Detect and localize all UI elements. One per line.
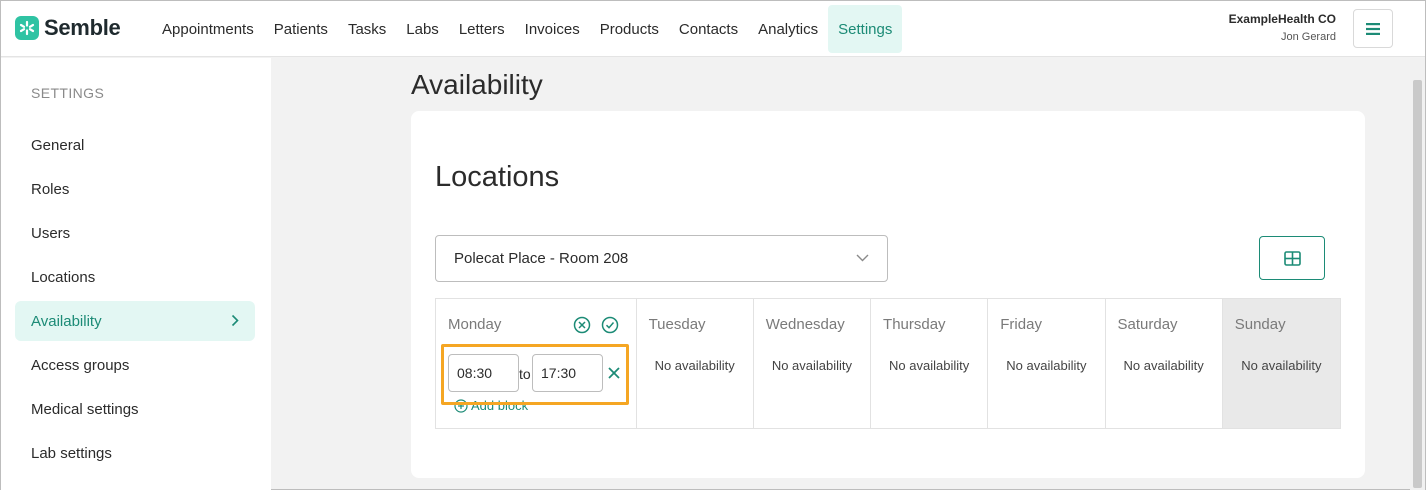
- day-name: Saturday: [1117, 316, 1178, 333]
- sidebar-item-label: Locations: [31, 268, 96, 286]
- sidebar-item-label: Roles: [31, 180, 70, 198]
- day-name: Monday: [448, 316, 502, 333]
- chevron-down-icon: [856, 254, 869, 262]
- sidebar-item-users[interactable]: Users: [15, 213, 255, 253]
- sidebar-item-medical-settings[interactable]: Medical settings: [15, 389, 255, 429]
- circle-x-icon[interactable]: [573, 316, 591, 334]
- sidebar-heading: SETTINGS: [31, 85, 105, 101]
- no-availability-text: No availability: [771, 358, 853, 373]
- nav-settings[interactable]: Settings: [828, 5, 903, 53]
- time-block-highlight: [441, 344, 629, 405]
- sidebar-item-label: Availability: [31, 312, 102, 330]
- page-title: Availability: [411, 69, 543, 100]
- settings-sidebar: SETTINGS General Roles Users Locations A…: [1, 58, 271, 490]
- nav-tasks[interactable]: Tasks: [338, 5, 396, 53]
- semble-logo[interactable]: Semble: [15, 15, 121, 41]
- organization-name: ExampleHealth CO: [1228, 12, 1336, 26]
- top-navigation-bar: Semble Appointments Patients Tasks Labs …: [1, 1, 1425, 57]
- chevron-right-icon: [231, 314, 239, 327]
- nav-letters[interactable]: Letters: [449, 5, 515, 53]
- nav-patients[interactable]: Patients: [264, 5, 338, 53]
- scrollbar-thumb[interactable]: [1413, 80, 1422, 488]
- day-name: Tuesday: [648, 316, 706, 333]
- day-column-thursday: Thursday No availability: [871, 299, 989, 428]
- grid-icon: [1283, 250, 1301, 266]
- nav-invoices[interactable]: Invoices: [515, 5, 590, 53]
- page-scrollbar[interactable]: [1410, 58, 1425, 490]
- weekly-schedule: Monday 08:30 to 17:30 Add block Tuesday …: [435, 298, 1341, 429]
- sidebar-item-roles[interactable]: Roles: [15, 169, 255, 209]
- day-column-sunday: Sunday No availability: [1222, 299, 1340, 428]
- sidebar-item-availability[interactable]: Availability: [15, 301, 255, 341]
- sidebar-item-label: Users: [31, 224, 71, 242]
- sidebar-item-general[interactable]: General: [15, 125, 255, 165]
- nav-analytics[interactable]: Analytics: [748, 5, 828, 53]
- day-column-monday: Monday 08:30 to 17:30 Add block: [436, 299, 637, 428]
- no-availability-text: No availability: [889, 358, 970, 373]
- location-select[interactable]: Polecat Place - Room 208: [435, 235, 888, 282]
- nav-contacts[interactable]: Contacts: [669, 5, 748, 53]
- day-name: Friday: [1000, 316, 1042, 333]
- no-availability-text: No availability: [1241, 358, 1322, 373]
- hamburger-icon: [1366, 22, 1380, 35]
- no-availability-text: No availability: [1123, 358, 1204, 373]
- main-nav: Appointments Patients Tasks Labs Letters…: [152, 5, 903, 53]
- nav-appointments[interactable]: Appointments: [152, 5, 264, 53]
- nav-labs[interactable]: Labs: [396, 5, 449, 53]
- brand-name: Semble: [44, 15, 121, 40]
- day-name: Sunday: [1234, 316, 1286, 333]
- semble-logo-icon: [15, 16, 39, 40]
- grid-view-button[interactable]: [1259, 236, 1325, 280]
- day-name: Wednesday: [765, 316, 845, 333]
- location-select-value: Polecat Place - Room 208: [454, 250, 629, 267]
- sidebar-item-label: Lab settings: [31, 444, 112, 462]
- circle-check-icon[interactable]: [601, 316, 619, 334]
- account-info: ExampleHealth CO Jon Gerard: [1229, 12, 1336, 43]
- sidebar-item-access-groups[interactable]: Access groups: [15, 345, 255, 385]
- sidebar-item-lab-settings[interactable]: Lab settings: [15, 433, 255, 473]
- sidebar-item-locations[interactable]: Locations: [15, 257, 255, 297]
- day-column-saturday: Saturday No availability: [1106, 299, 1223, 428]
- day-column-wednesday: Wednesday No availability: [754, 299, 872, 428]
- nav-products[interactable]: Products: [590, 5, 669, 53]
- sidebar-item-label: Access groups: [31, 356, 130, 374]
- day-column-friday: Friday No availability: [988, 299, 1106, 428]
- sidebar-item-label: Medical settings: [31, 400, 139, 418]
- sidebar-item-label: General: [31, 136, 85, 154]
- day-name: Thursday: [883, 316, 946, 333]
- day-column-tuesday: Tuesday No availability: [637, 299, 754, 428]
- no-availability-text: No availability: [654, 358, 735, 373]
- locations-card: Locations Polecat Place - Room 208 Monda…: [411, 111, 1365, 478]
- no-availability-text: No availability: [1006, 358, 1087, 373]
- user-name: Jon Gerard: [1280, 31, 1336, 43]
- locations-heading: Locations: [435, 161, 560, 193]
- menu-button[interactable]: [1353, 9, 1393, 48]
